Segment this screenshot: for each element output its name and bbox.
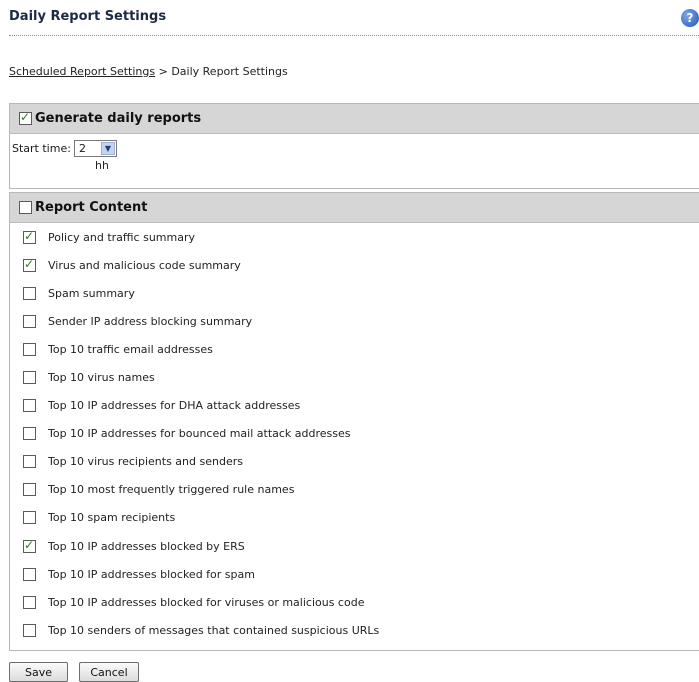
breadcrumb-link-scheduled-report-settings[interactable]: Scheduled Report Settings bbox=[9, 65, 155, 78]
start-time-unit-label: hh bbox=[95, 159, 109, 172]
report-content-item[interactable]: Spam summary bbox=[10, 279, 699, 307]
report-content-item[interactable]: Top 10 most frequently triggered rule na… bbox=[10, 476, 699, 504]
report-item-label: Top 10 spam recipients bbox=[48, 511, 176, 525]
report-item-label: Policy and traffic summary bbox=[48, 230, 195, 244]
report-item-label: Top 10 traffic email addresses bbox=[48, 342, 213, 356]
report-item-label: Sender IP address blocking summary bbox=[48, 314, 253, 328]
report-item-label: Top 10 virus recipients and senders bbox=[48, 455, 243, 469]
report-item-checkbox[interactable] bbox=[23, 483, 36, 497]
report-item-label: Top 10 IP addresses blocked for spam bbox=[48, 567, 255, 581]
report-content-checkbox[interactable] bbox=[19, 201, 32, 214]
breadcrumb-current: Daily Report Settings bbox=[171, 65, 288, 78]
title-divider bbox=[9, 35, 699, 36]
start-time-select[interactable]: 2 ▼ bbox=[73, 140, 117, 157]
report-item-checkbox[interactable] bbox=[23, 371, 36, 385]
report-item-label: Top 10 virus names bbox=[48, 371, 155, 385]
report-item-checkbox[interactable] bbox=[23, 229, 36, 244]
report-item-checkbox[interactable] bbox=[23, 342, 36, 356]
save-button[interactable]: Save bbox=[9, 662, 68, 682]
report-item-checkbox[interactable] bbox=[23, 427, 36, 441]
report-content-item[interactable]: Top 10 IP addresses blocked for viruses … bbox=[10, 588, 699, 616]
report-content-item[interactable]: Top 10 IP addresses blocked by ERS bbox=[10, 532, 699, 560]
generate-reports-header: Generate daily reports bbox=[10, 104, 699, 134]
report-item-checkbox[interactable] bbox=[23, 538, 36, 553]
report-content-list: Policy and traffic summary Virus and mali… bbox=[10, 223, 699, 644]
report-content-item[interactable]: Top 10 virus recipients and senders bbox=[10, 448, 699, 476]
start-time-label: Start time: bbox=[12, 142, 71, 155]
breadcrumb-separator: > bbox=[155, 65, 172, 78]
report-content-label: Report Content bbox=[35, 200, 148, 215]
report-item-label: Top 10 IP addresses blocked for viruses … bbox=[48, 595, 365, 609]
start-time-value: 2 bbox=[78, 142, 86, 155]
report-item-label: Top 10 IP addresses blocked by ERS bbox=[48, 539, 245, 553]
generate-reports-panel: Generate daily reports Start time: 2 ▼ h… bbox=[9, 103, 699, 189]
report-content-panel: Report Content Policy and traffic summar… bbox=[9, 192, 699, 651]
generate-daily-reports-checkbox[interactable] bbox=[19, 110, 32, 125]
report-item-label: Spam summary bbox=[48, 286, 135, 300]
report-item-checkbox[interactable] bbox=[23, 314, 36, 328]
report-content-item[interactable]: Virus and malicious code summary bbox=[10, 251, 699, 279]
report-item-label: Virus and malicious code summary bbox=[48, 258, 241, 272]
report-content-item[interactable]: Top 10 IP addresses for bounced mail att… bbox=[10, 420, 699, 448]
chevron-down-icon: ▼ bbox=[100, 142, 115, 155]
breadcrumb: Scheduled Report Settings > Daily Report… bbox=[9, 65, 288, 78]
report-item-checkbox[interactable] bbox=[23, 623, 36, 637]
report-item-checkbox[interactable] bbox=[23, 455, 36, 469]
report-item-label: Top 10 most frequently triggered rule na… bbox=[48, 483, 295, 497]
report-item-label: Top 10 IP addresses for bounced mail att… bbox=[48, 427, 351, 441]
report-content-item[interactable]: Top 10 IP addresses blocked for spam bbox=[10, 560, 699, 588]
report-content-item[interactable]: Top 10 spam recipients bbox=[10, 504, 699, 532]
report-item-checkbox[interactable] bbox=[23, 257, 36, 272]
report-content-item[interactable]: Policy and traffic summary bbox=[10, 223, 699, 251]
report-item-checkbox[interactable] bbox=[23, 511, 36, 525]
report-item-checkbox[interactable] bbox=[23, 286, 36, 300]
page-title: Daily Report Settings bbox=[9, 9, 167, 24]
report-item-label: Top 10 IP addresses for DHA attack addre… bbox=[48, 399, 301, 413]
start-time-row: Start time: 2 ▼ bbox=[12, 140, 117, 157]
report-item-checkbox[interactable] bbox=[23, 567, 36, 581]
report-content-item[interactable]: Top 10 IP addresses for DHA attack addre… bbox=[10, 392, 699, 420]
report-content-header: Report Content bbox=[10, 193, 699, 223]
report-content-item[interactable]: Top 10 senders of messages that containe… bbox=[10, 616, 699, 644]
report-item-label: Top 10 senders of messages that containe… bbox=[48, 623, 380, 637]
report-item-checkbox[interactable] bbox=[23, 595, 36, 609]
cancel-button[interactable]: Cancel bbox=[79, 662, 139, 682]
report-item-checkbox[interactable] bbox=[23, 399, 36, 413]
report-content-item[interactable]: Top 10 traffic email addresses bbox=[10, 335, 699, 363]
help-icon[interactable]: ? bbox=[681, 9, 699, 27]
report-content-item[interactable]: Sender IP address blocking summary bbox=[10, 307, 699, 335]
report-content-item[interactable]: Top 10 virus names bbox=[10, 363, 699, 391]
generate-daily-reports-label: Generate daily reports bbox=[35, 111, 202, 126]
